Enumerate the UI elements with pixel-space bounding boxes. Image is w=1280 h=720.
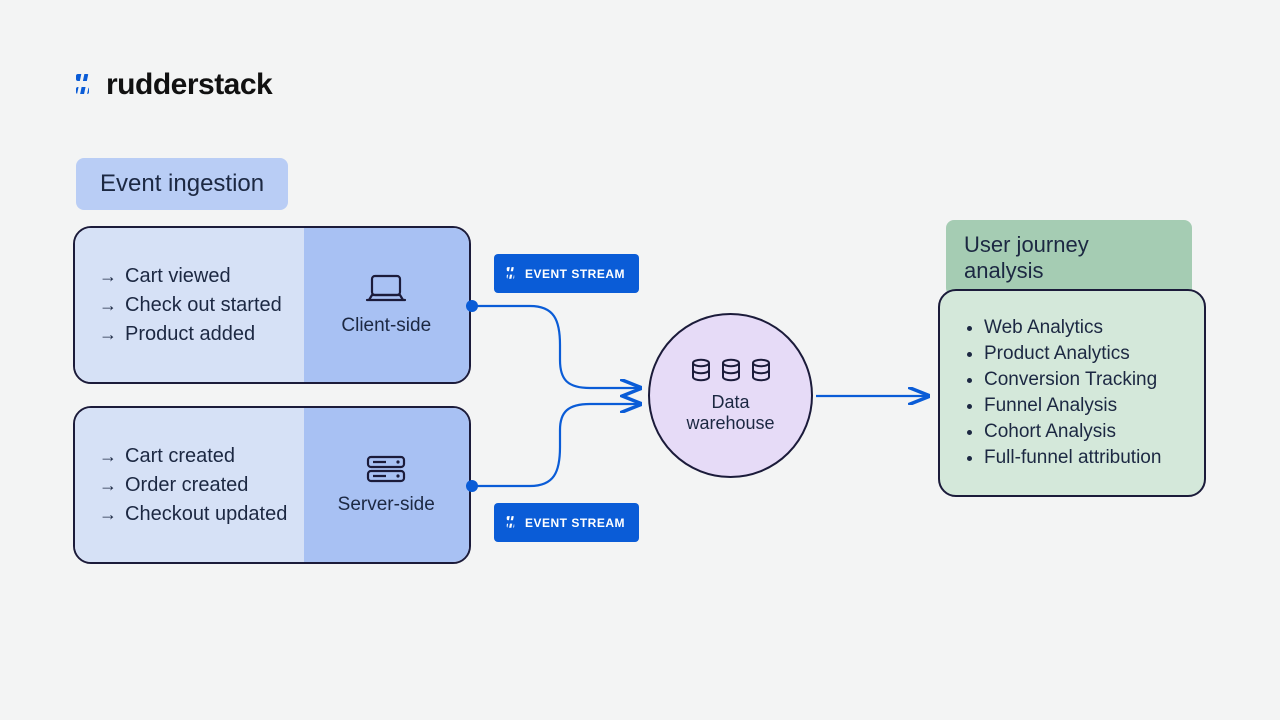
list-item: Product Analytics <box>984 343 1182 365</box>
connector-dot <box>466 480 478 492</box>
arrow-right-icon: → <box>99 504 117 525</box>
brand-mark-icon <box>506 515 519 530</box>
arrow-right-icon: → <box>99 266 117 287</box>
server-event-list: →Cart created →Order created →Checkout u… <box>75 408 304 562</box>
client-side-label: Client-side <box>341 315 431 337</box>
server-side-label: Server-side <box>338 494 435 516</box>
list-item: →Product added <box>99 323 292 346</box>
brand-name: rudderstack <box>106 68 272 102</box>
list-item: Conversion Tracking <box>984 369 1182 391</box>
database-icons <box>690 358 772 384</box>
analysis-list: Web Analytics Product Analytics Conversi… <box>962 317 1182 469</box>
client-event-list: →Cart viewed →Check out started →Product… <box>75 228 304 382</box>
brand-mark-icon <box>506 266 519 281</box>
user-journey-analysis-box: Web Analytics Product Analytics Conversi… <box>938 289 1206 497</box>
connector-dot <box>466 300 478 312</box>
event-stream-label: EVENT STREAM <box>525 516 625 530</box>
brand-logo: rudderstack <box>76 68 272 102</box>
client-side-panel: Client-side <box>304 228 469 382</box>
event-stream-badge: EVENT STREAM <box>494 503 639 542</box>
data-warehouse-node: Data warehouse <box>648 313 813 478</box>
arrow-right-icon: → <box>99 475 117 496</box>
event-ingestion-title: Event ingestion <box>76 158 288 210</box>
event-stream-label: EVENT STREAM <box>525 267 625 281</box>
arrow-right-icon: → <box>99 324 117 345</box>
list-item: →Order created <box>99 474 292 497</box>
event-stream-badge: EVENT STREAM <box>494 254 639 293</box>
list-item: →Cart created <box>99 445 292 468</box>
data-warehouse-label: Data warehouse <box>686 392 774 433</box>
list-item: Cohort Analysis <box>984 421 1182 443</box>
server-side-source-box: →Cart created →Order created →Checkout u… <box>73 406 471 564</box>
arrow-right-icon: → <box>99 446 117 467</box>
arrow-right-icon: → <box>99 295 117 316</box>
list-item: Web Analytics <box>984 317 1182 339</box>
laptop-icon <box>364 273 408 305</box>
database-icon <box>750 358 772 384</box>
list-item: →Checkout updated <box>99 503 292 526</box>
list-item: Funnel Analysis <box>984 395 1182 417</box>
list-item: →Cart viewed <box>99 265 292 288</box>
server-icon <box>364 454 408 484</box>
database-icon <box>720 358 742 384</box>
list-item: Full-funnel attribution <box>984 447 1182 469</box>
client-side-source-box: →Cart viewed →Check out started →Product… <box>73 226 471 384</box>
server-side-panel: Server-side <box>304 408 469 562</box>
brand-mark-icon <box>76 72 96 98</box>
database-icon <box>690 358 712 384</box>
user-journey-analysis-title: User journey analysis <box>946 220 1192 296</box>
list-item: →Check out started <box>99 294 292 317</box>
